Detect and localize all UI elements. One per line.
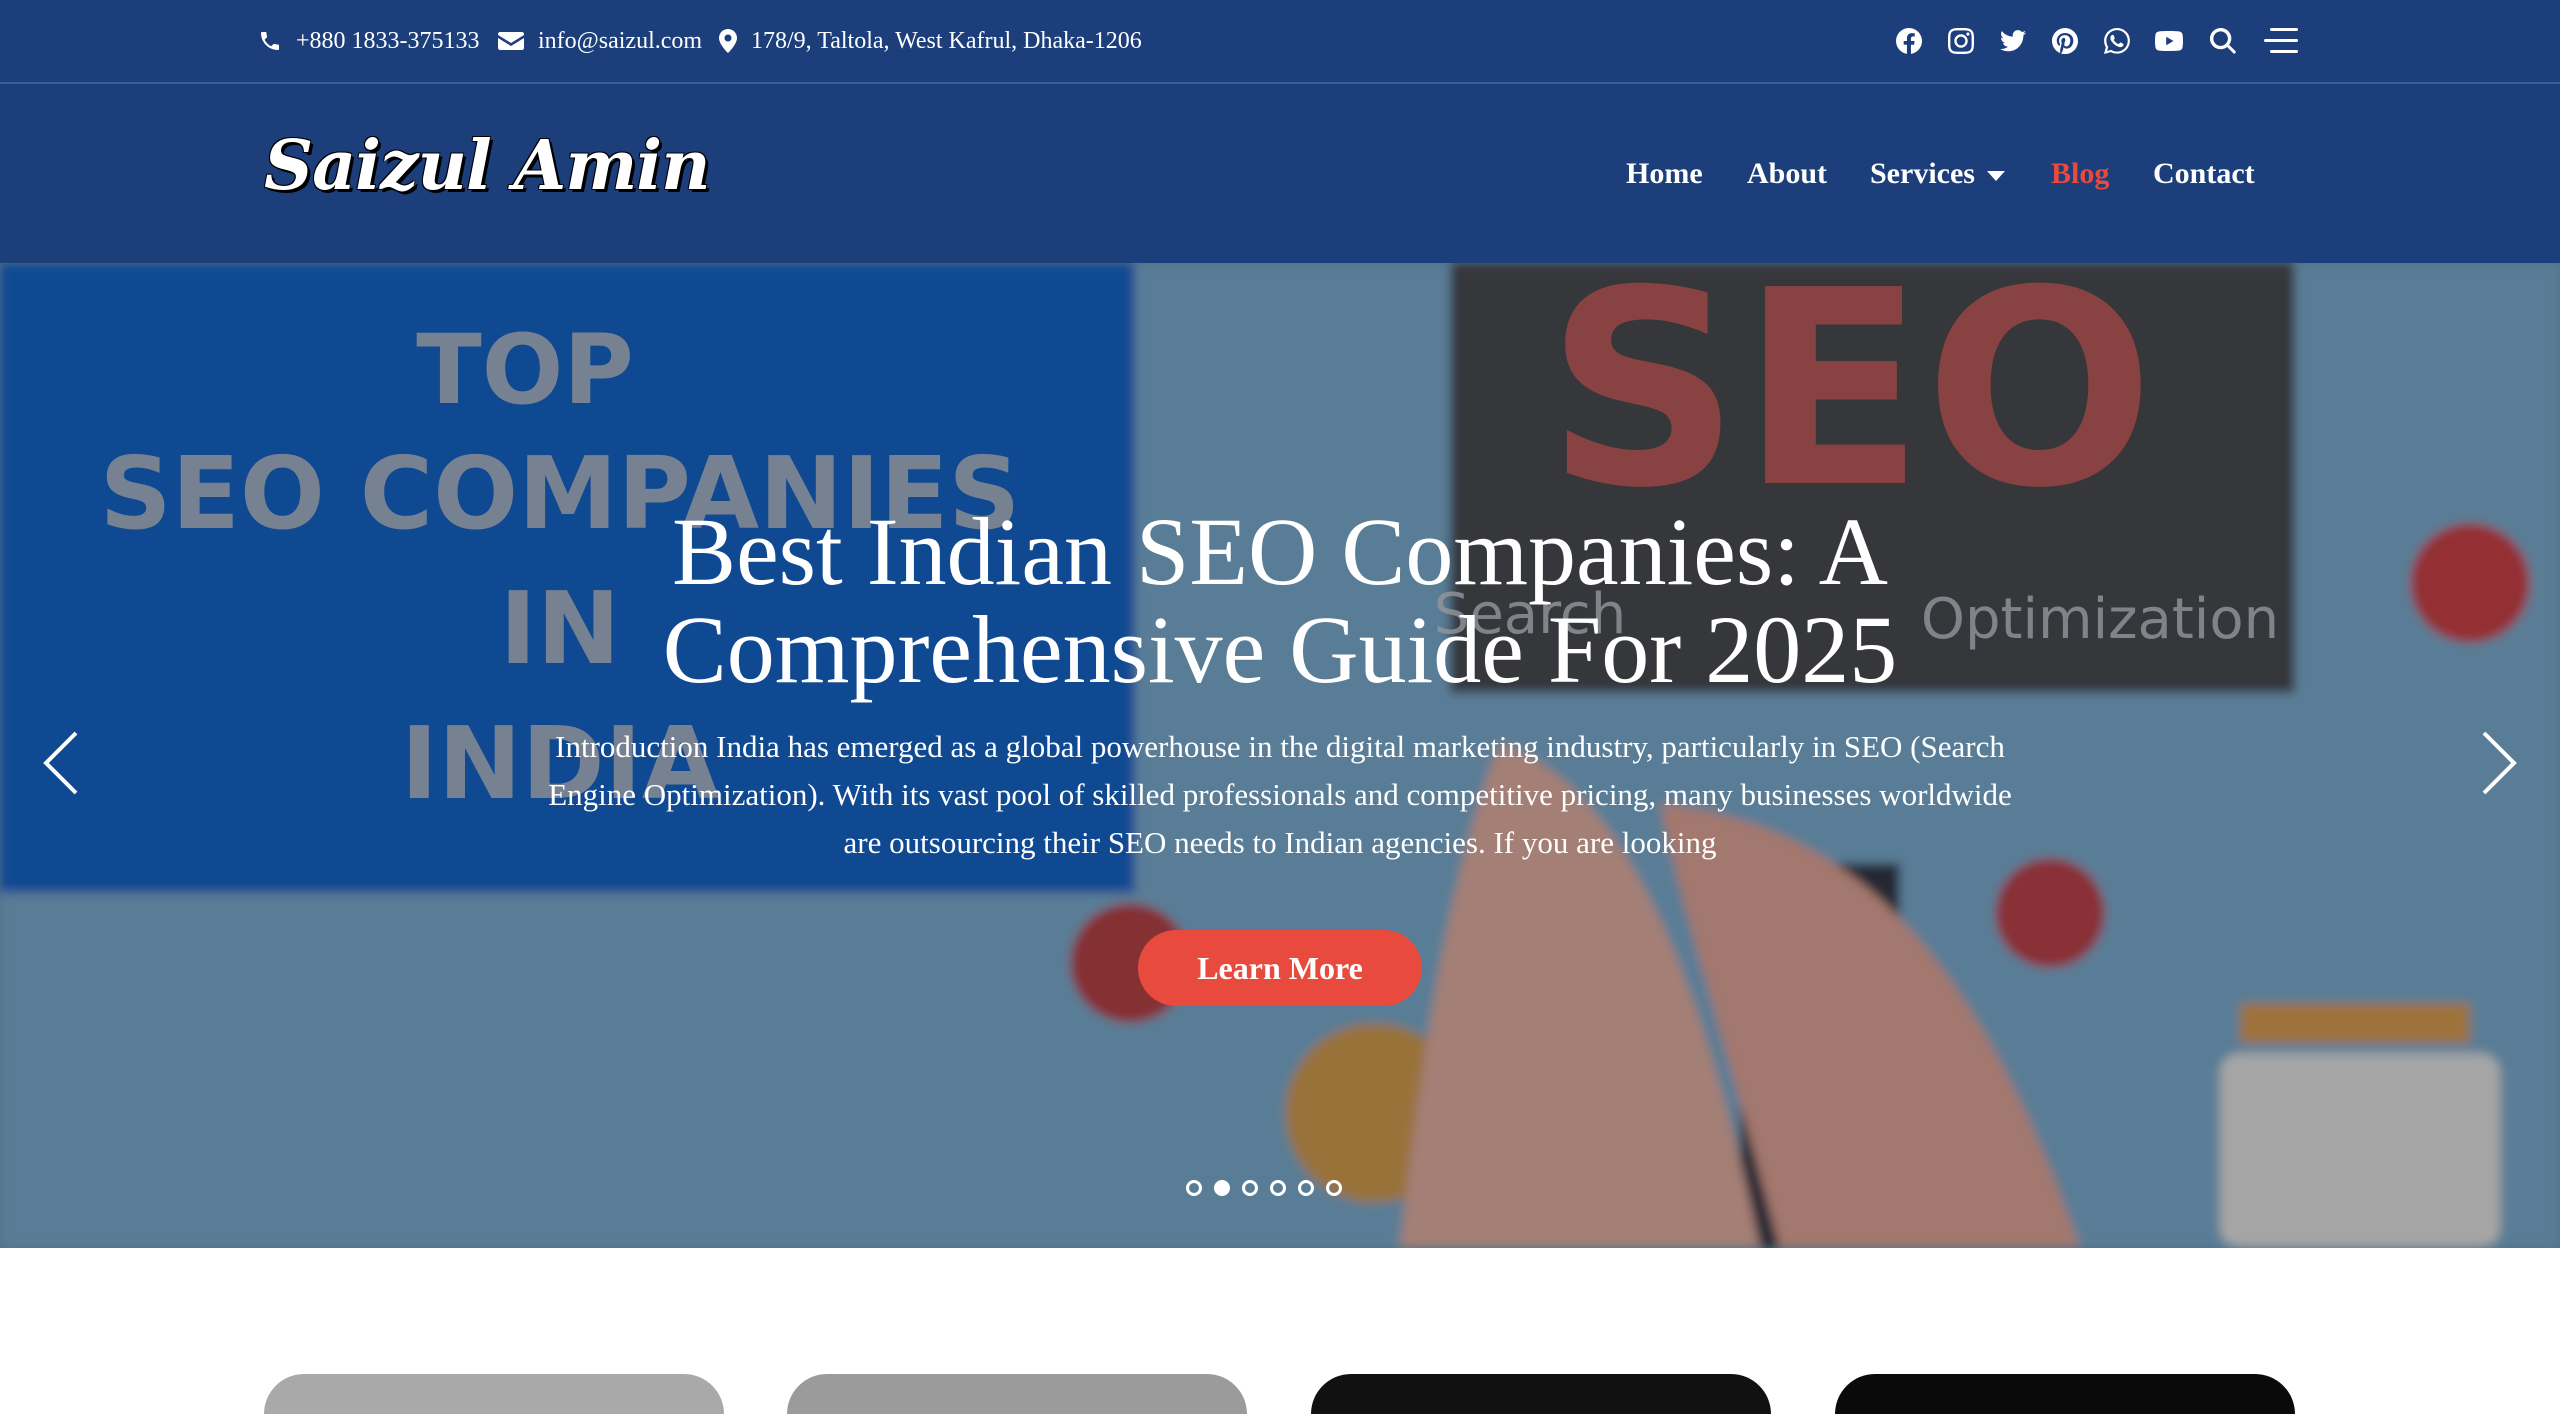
hero-desc-line3: are outsourcing their SEO needs to India… (843, 825, 1717, 860)
hero-desc-line2: Engine Optimization). With its vast pool… (548, 777, 2012, 812)
blog-card-3[interactable] (1311, 1374, 1771, 1414)
address-contact: 178/9, Taltola, West Kafrul, Dhaka-1206 (719, 0, 1142, 82)
email-contact[interactable]: info@saizul.com (498, 0, 702, 82)
slide-dot-4[interactable] (1270, 1180, 1286, 1196)
nav-blog[interactable]: Blog (2051, 84, 2109, 263)
nav-home[interactable]: Home (1626, 84, 1703, 263)
facebook-icon[interactable] (1889, 0, 1929, 82)
twitter-icon[interactable] (1993, 0, 2033, 82)
map-pin-icon (719, 29, 737, 53)
next-arrow-icon[interactable] (2472, 723, 2522, 803)
nav-about[interactable]: About (1747, 84, 1827, 263)
nav-contact[interactable]: Contact (2153, 84, 2255, 263)
caret-down-icon (1986, 171, 2005, 182)
address-text: 178/9, Taltola, West Kafrul, Dhaka-1206 (751, 27, 1142, 54)
phone-text: +880 1833-375133 (296, 27, 480, 54)
slide-dot-6[interactable] (1326, 1180, 1342, 1196)
hero-description: Introduction India has emerged as a glob… (510, 723, 2050, 867)
blog-card-4[interactable] (1835, 1374, 2295, 1414)
top-bar: +880 1833-375133 info@saizul.com 178/9, … (0, 0, 2560, 84)
whatsapp-icon[interactable] (2097, 0, 2137, 82)
phone-icon (261, 32, 279, 50)
menu-icon[interactable] (2259, 0, 2303, 82)
learn-more-button[interactable]: Learn More (1138, 930, 1422, 1006)
slide-dot-5[interactable] (1298, 1180, 1314, 1196)
blog-card-1[interactable] (264, 1374, 724, 1414)
slide-dot-2[interactable] (1214, 1180, 1230, 1196)
slide-dot-1[interactable] (1186, 1180, 1202, 1196)
hero-slider: TOP SEO COMPANIES IN INDIA SEO Search Op… (0, 263, 2560, 1248)
email-text: info@saizul.com (538, 27, 703, 54)
hero-title-line1: Best Indian SEO Companies: A (672, 498, 1888, 605)
youtube-icon[interactable] (2149, 0, 2189, 82)
hero-title-line2: Comprehensive Guide For 2025 (662, 596, 1898, 703)
hero-title: Best Indian SEO Companies: A Comprehensi… (400, 503, 2160, 699)
envelope-icon (498, 32, 524, 50)
pinterest-icon[interactable] (2045, 0, 2085, 82)
search-icon[interactable] (2203, 0, 2243, 82)
prev-arrow-icon[interactable] (38, 723, 88, 803)
nav-services-label: Services (1870, 157, 1975, 190)
main-header: Saizul Amin Home About Services Blog Con… (0, 84, 2560, 263)
instagram-icon[interactable] (1941, 0, 1981, 82)
hero-desc-line1: Introduction India has emerged as a glob… (555, 729, 2005, 764)
slide-dot-3[interactable] (1242, 1180, 1258, 1196)
phone-contact[interactable]: +880 1833-375133 (258, 0, 480, 82)
slider-pagination (1186, 1180, 1342, 1196)
nav-services[interactable]: Services (1870, 84, 2005, 263)
blog-card-2[interactable] (787, 1374, 1247, 1414)
site-logo[interactable]: Saizul Amin (264, 126, 711, 206)
